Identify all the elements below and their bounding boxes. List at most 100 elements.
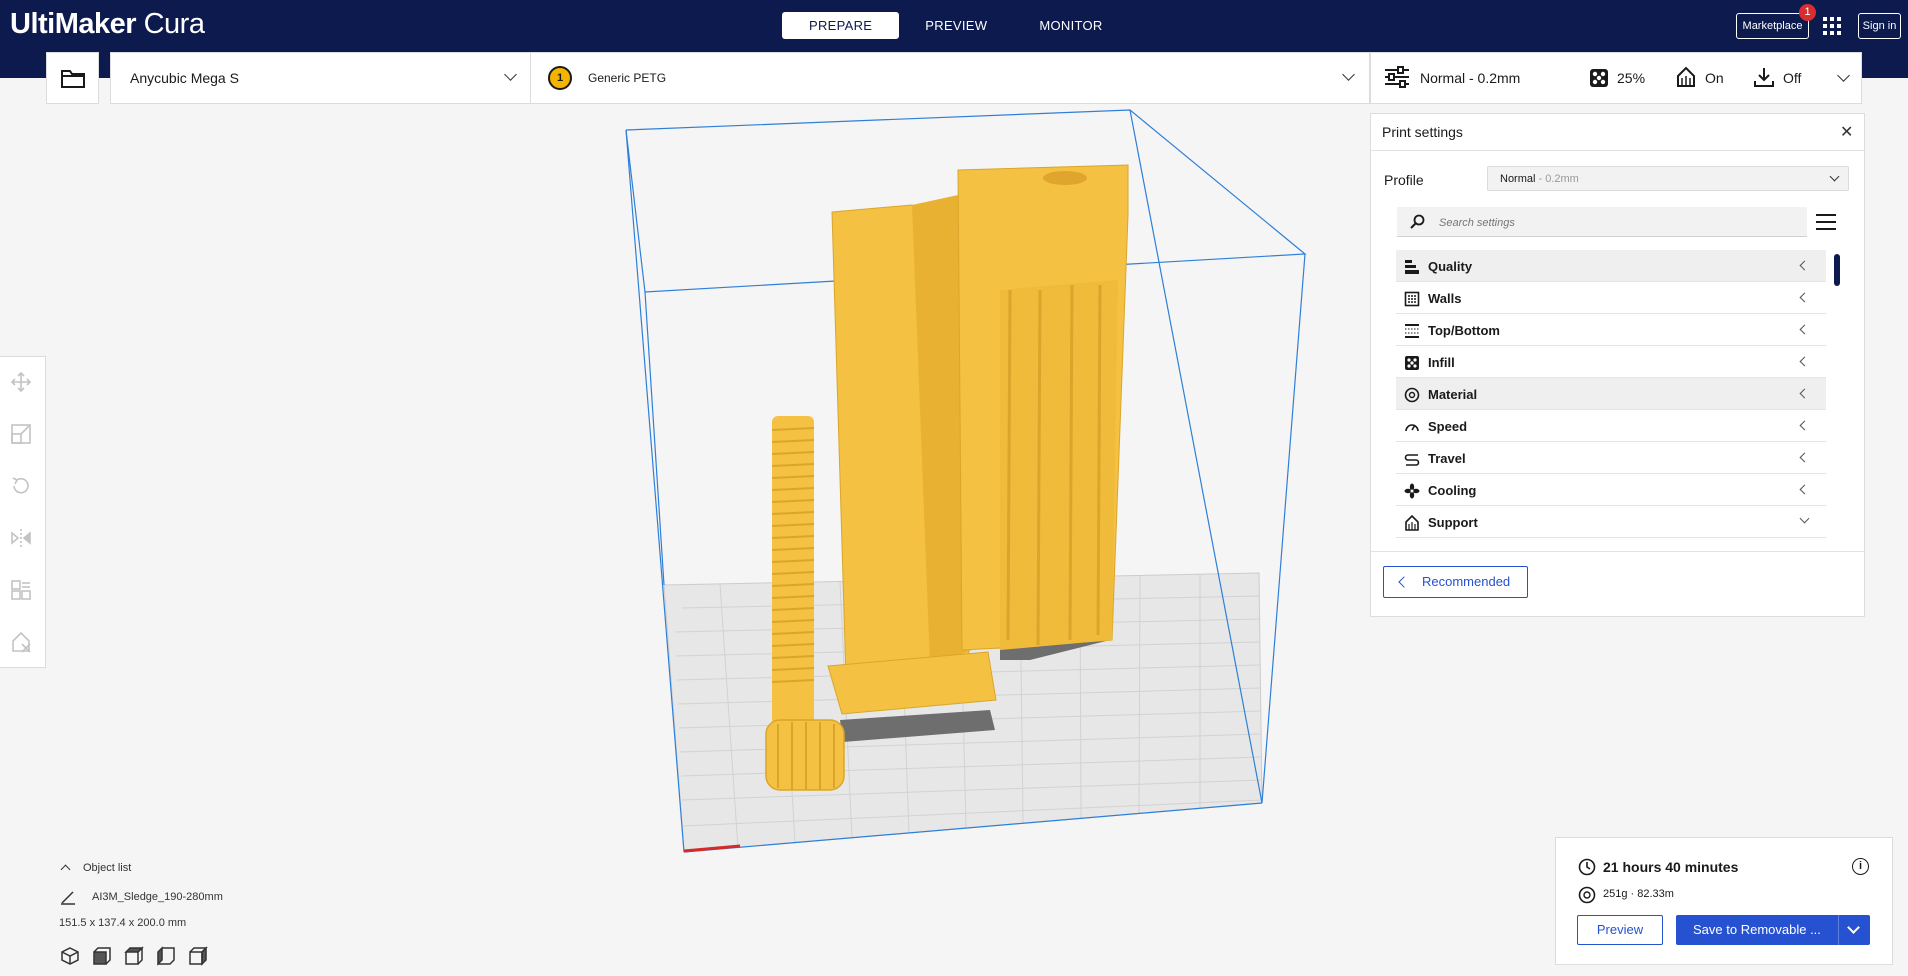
support-icon <box>1677 66 1695 87</box>
category-travel[interactable]: Travel <box>1396 442 1826 474</box>
quality-icon <box>1405 260 1419 274</box>
adhesion-icon <box>1754 68 1774 87</box>
chevron-left-icon <box>1799 260 1810 271</box>
walls-icon <box>1404 291 1420 307</box>
sign-in-button[interactable]: Sign in <box>1858 13 1901 39</box>
category-label: Speed <box>1428 419 1468 434</box>
category-quality[interactable]: Quality <box>1396 250 1826 282</box>
chevron-left-icon <box>1799 292 1810 303</box>
3d-view-icon[interactable] <box>60 946 80 966</box>
job-summary-panel <box>1555 837 1893 965</box>
stage-tabs: PREPARE PREVIEW MONITOR <box>782 12 1129 39</box>
clock-icon <box>1578 858 1596 876</box>
support-summary[interactable]: On <box>1705 70 1724 86</box>
infill-icon <box>1405 356 1419 370</box>
chevron-left-icon <box>1799 356 1810 367</box>
support-blocker-icon[interactable] <box>10 631 32 653</box>
per-model-settings-icon[interactable] <box>10 579 32 601</box>
profile-dropdown[interactable]: Normal - 0.2mm <box>1487 166 1849 191</box>
pencil-icon[interactable] <box>60 889 76 905</box>
top-view-icon[interactable] <box>124 946 144 966</box>
output-device-dropdown[interactable] <box>1838 915 1870 945</box>
profile-dropdown-suffix: - 0.2mm <box>1535 173 1579 185</box>
mirror-icon[interactable] <box>10 527 32 549</box>
move-icon[interactable] <box>10 371 32 393</box>
scale-icon[interactable] <box>10 423 32 445</box>
info-icon[interactable]: i <box>1852 858 1869 875</box>
close-icon[interactable]: ✕ <box>1840 122 1853 142</box>
print-settings-title: Print settings <box>1382 124 1463 140</box>
category-label: Walls <box>1428 291 1462 306</box>
category-label: Infill <box>1428 355 1455 370</box>
material-name[interactable]: Generic PETG <box>588 71 666 85</box>
category-label: Top/Bottom <box>1428 323 1500 338</box>
category-support[interactable]: Support <box>1396 506 1826 538</box>
profile-summary-text[interactable]: Normal - 0.2mm <box>1420 70 1520 86</box>
settings-scrollbar[interactable] <box>1834 254 1840 286</box>
spool-icon <box>1578 886 1596 904</box>
category-speed[interactable]: Speed <box>1396 410 1826 442</box>
fan-icon <box>1404 483 1420 499</box>
profile-dropdown-value: Normal <box>1500 173 1536 185</box>
search-icon <box>1410 214 1425 229</box>
settings-category-list: Quality Walls Top/Bottom Infill Material… <box>1396 250 1826 550</box>
folder-icon <box>60 70 85 88</box>
machine-name[interactable]: Anycubic Mega S <box>130 70 239 86</box>
machine-material-selector[interactable] <box>110 52 1370 104</box>
marketplace-notification-badge: 1 <box>1799 4 1816 21</box>
category-cooling[interactable]: Cooling <box>1396 474 1826 506</box>
left-view-icon[interactable] <box>156 946 176 966</box>
preview-button[interactable]: Preview <box>1577 915 1663 945</box>
tab-prepare[interactable]: PREPARE <box>782 12 900 39</box>
category-top-bottom[interactable]: Top/Bottom <box>1396 314 1826 346</box>
rotate-icon[interactable] <box>10 475 32 497</box>
chevron-down-icon <box>1847 921 1860 934</box>
settings-search-input[interactable] <box>1439 214 1799 232</box>
recommended-label: Recommended <box>1422 574 1511 589</box>
category-label: Travel <box>1428 451 1466 466</box>
material-usage: 251g · 82.33m <box>1603 888 1674 900</box>
divider <box>1371 551 1864 552</box>
chevron-left-icon <box>1398 576 1410 588</box>
3d-viewport[interactable] <box>46 104 1366 864</box>
chevron-left-icon <box>1799 388 1810 399</box>
tab-monitor[interactable]: MONITOR <box>1013 12 1128 39</box>
category-infill[interactable]: Infill <box>1396 346 1826 378</box>
tab-preview[interactable]: PREVIEW <box>899 12 1013 39</box>
chevron-left-icon <box>1799 324 1810 335</box>
hamburger-menu-icon[interactable] <box>1815 213 1837 231</box>
category-material[interactable]: Material <box>1396 378 1826 410</box>
top-bottom-icon <box>1405 324 1419 338</box>
category-label: Quality <box>1428 259 1473 274</box>
extruder-number: 1 <box>556 72 564 84</box>
tool-sidebar <box>0 356 46 668</box>
chevron-up-icon <box>60 864 71 875</box>
front-view-icon[interactable] <box>92 946 112 966</box>
support-icon <box>1405 515 1419 531</box>
print-time: 21 hours 40 minutes <box>1603 859 1739 875</box>
divider <box>1371 150 1864 151</box>
chevron-down-icon <box>1829 171 1840 182</box>
marketplace-button[interactable]: Marketplace <box>1736 13 1809 39</box>
travel-icon <box>1404 454 1420 466</box>
recommended-button[interactable]: Recommended <box>1383 566 1528 598</box>
profile-label: Profile <box>1384 172 1424 188</box>
open-file-button[interactable] <box>46 52 99 104</box>
infill-icon <box>1590 69 1608 87</box>
object-dimensions: 151.5 x 137.4 x 200.0 mm <box>59 917 187 929</box>
category-walls[interactable]: Walls <box>1396 282 1826 314</box>
apps-grid-icon[interactable] <box>1822 16 1842 36</box>
object-list-toggle[interactable]: Object list <box>60 862 131 875</box>
material-icon <box>1404 387 1420 403</box>
extruder-icon: 1 <box>548 66 572 90</box>
category-label: Material <box>1428 387 1478 402</box>
sledge-model[interactable] <box>827 164 1129 715</box>
selector-divider <box>530 52 531 104</box>
right-view-icon[interactable] <box>188 946 208 966</box>
infill-summary[interactable]: 25% <box>1617 70 1645 86</box>
chevron-left-icon <box>1799 452 1810 463</box>
adhesion-summary[interactable]: Off <box>1783 70 1801 86</box>
category-label: Support <box>1428 515 1478 530</box>
object-name[interactable]: AI3M_Sledge_190-280mm <box>92 891 223 903</box>
chevron-left-icon <box>1799 420 1810 431</box>
